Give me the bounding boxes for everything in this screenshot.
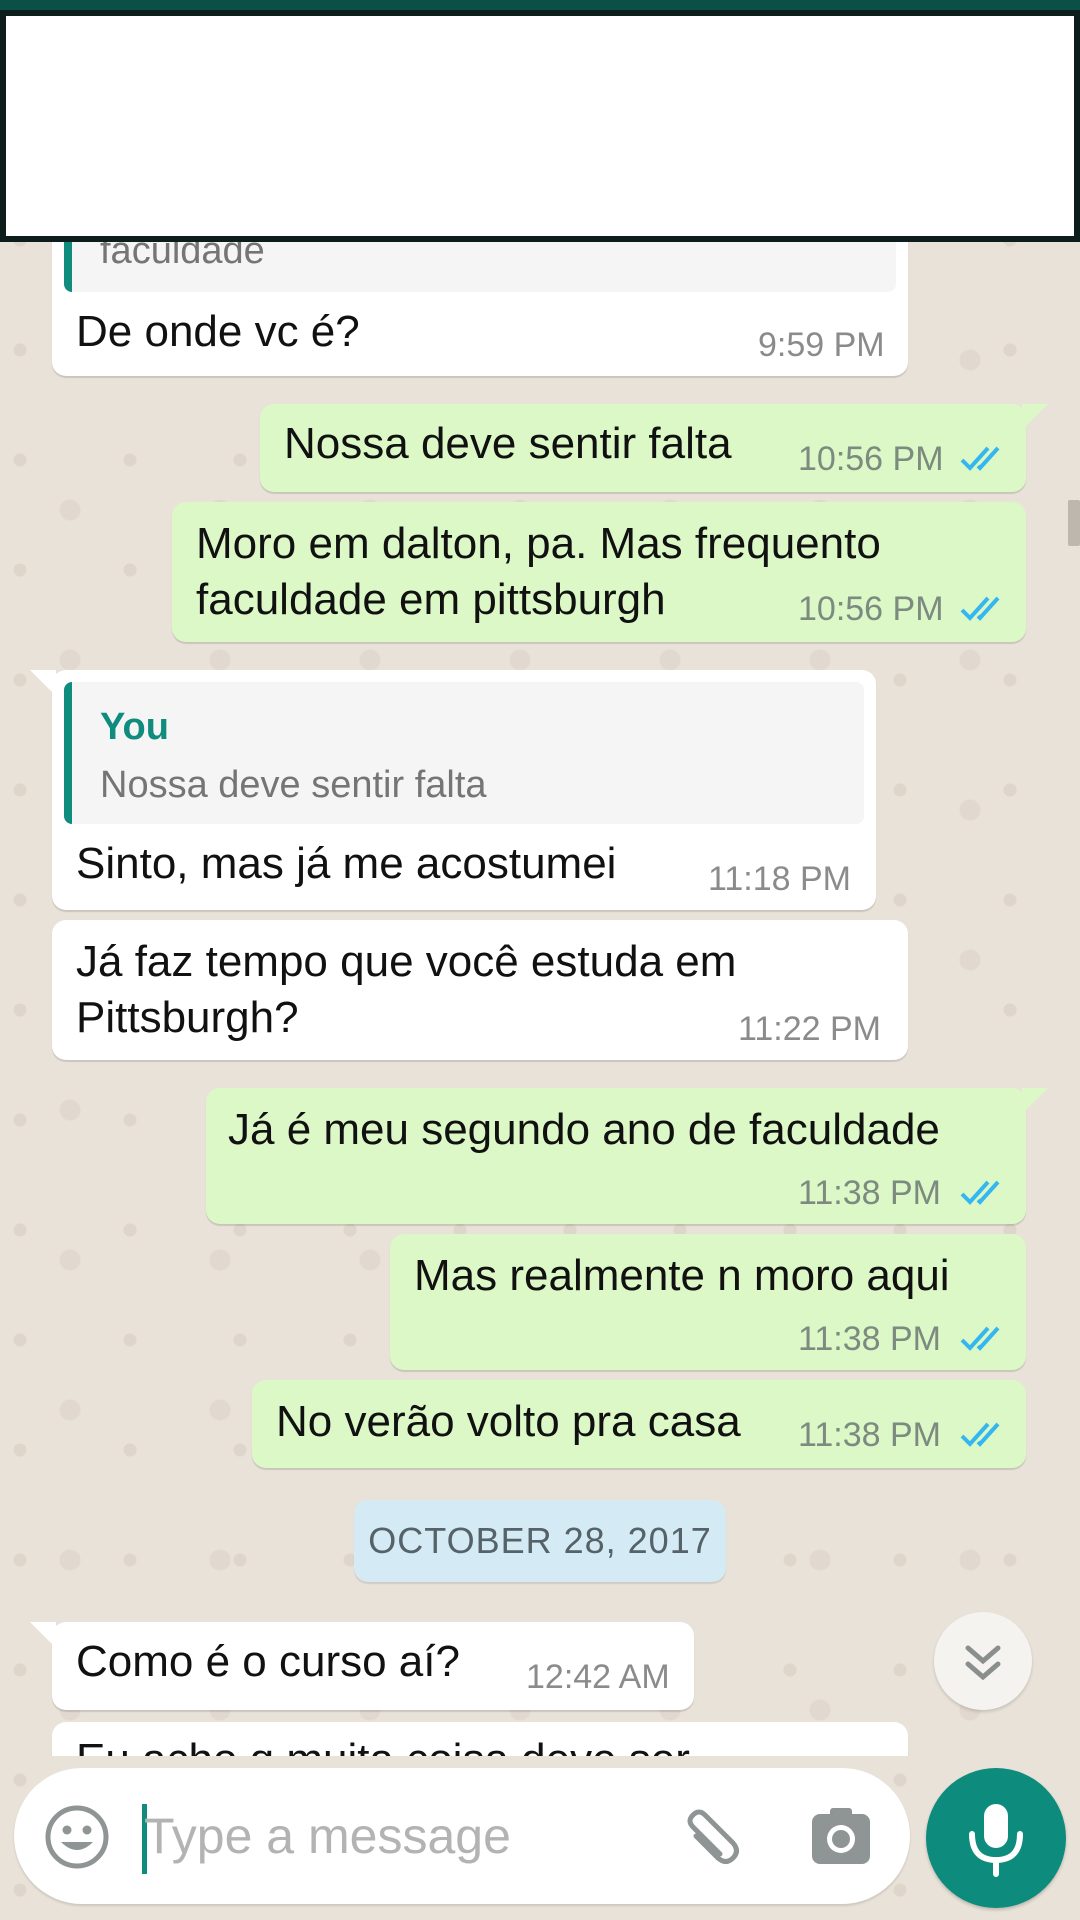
scrollbar-thumb[interactable]: [1068, 500, 1080, 546]
message-bubble-outgoing[interactable]: Moro em dalton, pa. Mas frequento faculd…: [172, 502, 1026, 642]
quote-accent-bar: [64, 682, 72, 824]
microphone-icon: [969, 1804, 1023, 1877]
chat-screen: faculdade De onde vc é? 9:59 PM Nossa de…: [0, 0, 1080, 1920]
message-bubble-outgoing[interactable]: Mas realmente n moro aqui 11:38 PM: [390, 1234, 1026, 1370]
message-bubble-incoming[interactable]: Eu acho q muita coisa deve ser: [52, 1722, 908, 1756]
camera-icon: [812, 1808, 870, 1864]
message-composer: [14, 1768, 910, 1904]
message-text: Eu acho q muita coisa deve ser: [76, 1732, 690, 1756]
voice-message-button[interactable]: [926, 1768, 1066, 1908]
message-text: Nossa deve sentir falta: [284, 419, 732, 468]
message-time: 11:38 PM: [798, 1174, 942, 1212]
paperclip-icon: [687, 1809, 739, 1864]
message-time: 10:56 PM: [798, 440, 944, 478]
read-receipt-icon: [960, 446, 1000, 471]
message-time: 10:56 PM: [798, 590, 944, 628]
message-clip: Eu acho q muita coisa deve ser: [0, 1700, 1080, 1756]
message-time: 11:22 PM: [738, 1010, 882, 1048]
message-text: Sinto, mas já me acostumei: [76, 839, 617, 888]
scroll-to-bottom-button[interactable]: [934, 1612, 1032, 1710]
message-text: Já é meu segundo ano de faculdade: [228, 1105, 940, 1154]
message-bubble-incoming[interactable]: You Nossa deve sentir falta Sinto, mas j…: [30, 670, 876, 910]
message-text: Como é o curso aí?: [76, 1637, 460, 1686]
quote-text: Nossa deve sentir falta: [100, 764, 487, 806]
message-bubble-outgoing[interactable]: No verão volto pra casa 11:38 PM: [252, 1380, 1026, 1468]
message-text: Moro em dalton, pa. Mas frequento faculd…: [196, 519, 881, 624]
quote-author: You: [100, 706, 169, 748]
message-time: 11:18 PM: [708, 860, 852, 898]
message-time: 12:42 AM: [526, 1658, 670, 1696]
message-time: 9:59 PM: [758, 326, 885, 364]
message-time: 11:38 PM: [798, 1416, 942, 1454]
read-receipt-icon: [960, 1422, 1000, 1447]
message-bubble-outgoing[interactable]: Já é meu segundo ano de faculdade 11:38 …: [206, 1088, 1048, 1224]
redacted-header: [0, 10, 1080, 242]
camera-button[interactable]: [810, 1806, 872, 1868]
date-separator: OCTOBER 28, 2017: [354, 1500, 726, 1582]
emoji-button[interactable]: [44, 1804, 110, 1870]
double-chevron-down-icon: [965, 1645, 1001, 1681]
read-receipt-icon: [960, 1180, 1000, 1205]
message-bubble-incoming[interactable]: Como é o curso aí? 12:42 AM: [30, 1622, 694, 1710]
message-bubble-outgoing[interactable]: Nossa deve sentir falta 10:56 PM: [260, 404, 1048, 492]
message-time: 11:38 PM: [798, 1320, 942, 1358]
read-receipt-icon: [960, 596, 1000, 621]
emoji-icon: [45, 1805, 109, 1869]
message-text: Mas realmente n moro aqui: [414, 1251, 950, 1300]
attach-button[interactable]: [674, 1802, 744, 1872]
message-bubble-incoming[interactable]: Já faz tempo que você estuda em Pittsbur…: [52, 920, 908, 1060]
message-text: Já faz tempo que você estuda em Pittsbur…: [76, 937, 737, 1042]
quoted-reply[interactable]: You Nossa deve sentir falta: [64, 682, 864, 824]
message-text: No verão volto pra casa: [276, 1397, 741, 1446]
message-text: De onde vc é?: [76, 307, 360, 356]
message-input[interactable]: [144, 1796, 664, 1876]
read-receipt-icon: [960, 1326, 1000, 1351]
